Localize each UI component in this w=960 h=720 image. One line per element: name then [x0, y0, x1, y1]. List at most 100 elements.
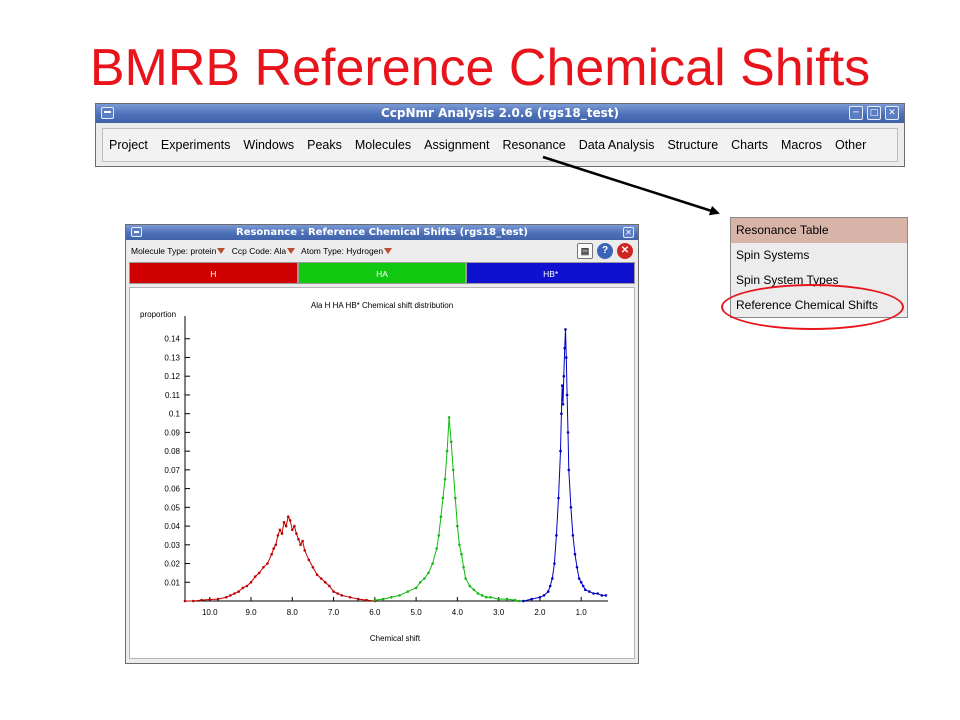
data-point [262, 566, 265, 569]
data-point [319, 577, 323, 580]
data-point [390, 596, 393, 599]
data-point [284, 524, 288, 528]
data-point [340, 594, 344, 597]
help-icon[interactable]: ? [597, 243, 613, 259]
data-point [245, 584, 249, 588]
data-point [596, 592, 599, 595]
data-point [229, 594, 232, 597]
data-point [604, 594, 608, 597]
atom-type-label: Atom Type: [301, 246, 344, 256]
atom-type-select[interactable]: Hydrogen [346, 246, 383, 256]
selector-toolbar: Molecule Type: protein Ccp Code: Ala Ato… [128, 241, 636, 262]
data-point [266, 562, 269, 565]
menu-item-spin-systems[interactable]: Spin Systems [731, 243, 907, 268]
data-point [293, 524, 296, 528]
data-point [291, 528, 294, 532]
data-point [431, 562, 434, 565]
data-point [579, 581, 583, 584]
resonance-window-titlebar[interactable]: Resonance : Reference Chemical Shifts (r… [126, 225, 638, 240]
data-point [441, 496, 445, 500]
x-axis-label: Chemical shift [370, 634, 421, 643]
data-point [561, 403, 565, 406]
data-point [445, 449, 449, 453]
data-point [581, 584, 585, 588]
dropdown-arrow-icon[interactable] [287, 248, 296, 254]
data-point [297, 537, 300, 541]
data-point [458, 543, 461, 547]
x-tick-label: 3.0 [493, 608, 505, 617]
y-tick-label: 0.01 [164, 578, 180, 587]
x-tick-label: 5.0 [411, 608, 423, 617]
y-tick-label: 0.12 [164, 372, 180, 381]
data-point [563, 346, 566, 350]
resonance-window-title: Resonance : Reference Chemical Shifts (r… [236, 227, 528, 238]
dropdown-arrow-icon[interactable] [384, 248, 393, 254]
data-point [381, 597, 385, 601]
toolbar-icons: ▤? ✕ [573, 243, 633, 261]
window-menu-icon[interactable] [131, 227, 142, 237]
data-point [472, 588, 476, 592]
y-tick-label: 0.08 [164, 447, 180, 456]
data-point [530, 597, 533, 601]
data-point [559, 449, 562, 453]
data-point [538, 596, 542, 599]
dropdown-arrow-icon[interactable] [217, 248, 226, 254]
data-point [282, 521, 286, 524]
data-point [301, 539, 304, 543]
close-icon[interactable]: ✕ [623, 227, 634, 238]
data-point [560, 412, 563, 415]
y-tick-label: 0.04 [164, 522, 180, 531]
data-point [460, 552, 463, 556]
window-icon[interactable]: ▤ [577, 243, 593, 259]
data-point [241, 586, 245, 590]
data-point [505, 597, 509, 601]
series-line-1 [374, 417, 520, 602]
data-point [573, 552, 577, 556]
y-tick-label: 0.05 [164, 503, 180, 512]
y-tick-label: 0.13 [164, 353, 180, 362]
data-point [233, 592, 236, 595]
data-point [542, 594, 546, 597]
data-point [272, 547, 275, 550]
atom-tabs: H HA HB* [129, 262, 636, 284]
ccp-code-select[interactable]: Ala [274, 246, 286, 256]
tab-hb[interactable]: HB* [466, 262, 636, 284]
data-point [200, 598, 203, 602]
data-point [288, 519, 292, 522]
resonance-window: Resonance : Reference Chemical Shifts (r… [125, 224, 639, 664]
data-point [414, 586, 418, 590]
data-point [418, 581, 422, 584]
data-point [332, 590, 335, 593]
data-point [183, 599, 187, 603]
data-point [592, 592, 595, 595]
chart-axes: 0.01 0.02 0.03 0.04 0.05 0.06 0.07 0.08 0.09 0.1 0… [164, 316, 608, 617]
data-point [365, 598, 368, 602]
menu-item-resonance-table[interactable]: Resonance Table [731, 218, 907, 243]
y-tick-label: 0.07 [164, 466, 180, 475]
data-point [562, 374, 566, 378]
data-point [577, 577, 581, 580]
molecule-type-select[interactable]: protein [190, 246, 216, 256]
chart-series [183, 328, 608, 603]
data-point [437, 534, 441, 537]
chart-area: Ala H HA HB* Chemical shift distribution… [129, 287, 635, 659]
y-tick-label: 0.11 [165, 391, 181, 400]
x-tick-label: 10.0 [202, 608, 218, 617]
tab-ha[interactable]: HA [297, 262, 467, 284]
data-point [513, 598, 517, 602]
chart-title: Ala H HA HB* Chemical shift distribution [311, 301, 453, 310]
molecule-type-label: Molecule Type: [131, 246, 189, 256]
data-point [295, 532, 298, 535]
tab-h[interactable]: H [129, 262, 298, 284]
data-point [480, 594, 484, 597]
data-point [258, 571, 261, 575]
data-point [489, 596, 492, 599]
y-tick-label: 0.03 [164, 541, 180, 550]
y-tick-label: 0.06 [164, 485, 180, 494]
data-point [270, 552, 273, 556]
data-point [518, 599, 521, 603]
data-point [575, 566, 579, 569]
close-circle-icon[interactable]: ✕ [617, 243, 633, 259]
data-point [208, 598, 212, 601]
data-point [311, 566, 315, 569]
